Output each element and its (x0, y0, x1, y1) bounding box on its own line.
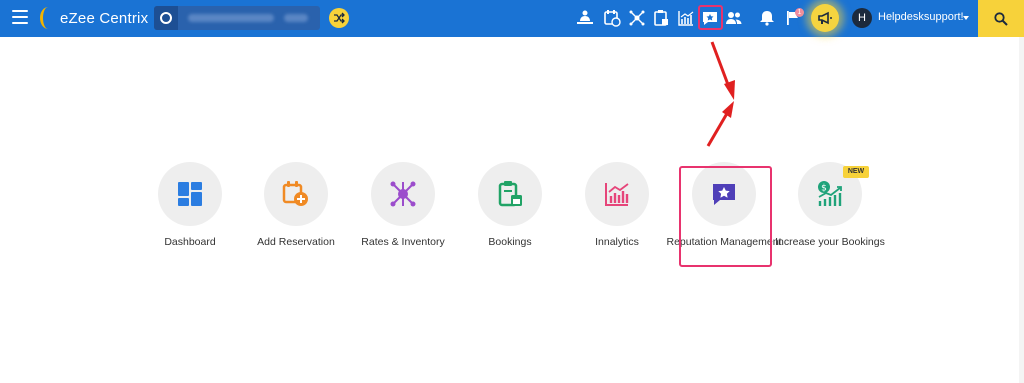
hamburger-menu-icon[interactable] (12, 10, 28, 24)
logo-arc-icon (40, 7, 56, 29)
module-bookings[interactable]: Bookings (450, 162, 570, 249)
user-name[interactable]: Helpdesksupport! (878, 11, 964, 23)
brand-logo[interactable]: eZee Centrix (40, 6, 148, 30)
switch-property-button[interactable] (329, 8, 349, 28)
module-icon-circle (371, 162, 435, 226)
rates-inventory-icon (390, 181, 416, 207)
new-badge: NEW (843, 166, 869, 178)
module-label: Innalytics (595, 236, 639, 248)
property-selector[interactable] (154, 6, 320, 30)
module-dashboard[interactable]: Dashboard (130, 162, 250, 249)
module-icon-circle (158, 162, 222, 226)
brand-name: eZee Centrix (60, 9, 149, 27)
scrollbar-track[interactable] (1019, 37, 1024, 383)
module-icon-circle (478, 162, 542, 226)
reputation-module-highlight (679, 166, 772, 267)
innalytics-icon (605, 183, 629, 206)
search-icon (994, 11, 1008, 26)
module-innalytics[interactable]: Innalytics (557, 162, 677, 249)
module-add-reservation[interactable]: Add Reservation (236, 162, 356, 249)
announcement-button[interactable] (811, 4, 839, 32)
annotation-arrows (706, 41, 735, 147)
add-reservation-icon (282, 181, 308, 206)
nav-guests-icon[interactable] (723, 7, 745, 29)
nav-add-reservation-icon[interactable] (601, 7, 623, 29)
nav-bookings-icon[interactable] (650, 7, 672, 29)
module-label: Rates & Inventory (361, 236, 445, 248)
chevron-down-icon[interactable] (963, 16, 969, 20)
module-label: Bookings (488, 236, 532, 248)
module-label: Dashboard (164, 236, 216, 248)
reputation-icon-highlight (698, 5, 723, 30)
property-code-redacted (284, 14, 308, 22)
dashboard-icon (178, 182, 202, 206)
megaphone-icon (818, 11, 832, 25)
shuffle-icon (334, 12, 345, 24)
module-rates-inventory[interactable]: Rates & Inventory (343, 162, 463, 249)
module-icon-circle (585, 162, 649, 226)
bookings-icon (498, 181, 522, 207)
nav-rates-inventory-icon[interactable] (626, 7, 648, 29)
user-avatar[interactable]: H (852, 8, 872, 28)
module-icon-circle (264, 162, 328, 226)
nav-innalytics-icon[interactable] (675, 7, 697, 29)
property-name-redacted (188, 14, 274, 22)
notifications-bell-icon[interactable] (756, 7, 778, 29)
increase-bookings-icon: $ (818, 181, 842, 206)
top-navigation-bar: eZee Centrix 1 H Helpdesksupport! (0, 0, 1024, 37)
module-label: Add Reservation (257, 236, 335, 248)
module-increase-bookings[interactable]: $ Increase your Bookings (770, 162, 890, 249)
search-button[interactable] (978, 0, 1024, 37)
svg-text:$: $ (821, 184, 827, 194)
globe-icon (154, 6, 178, 30)
module-label: Increase your Bookings (775, 236, 885, 248)
nav-front-desk-icon[interactable] (574, 7, 596, 29)
flag-count-badge: 1 (795, 8, 804, 17)
